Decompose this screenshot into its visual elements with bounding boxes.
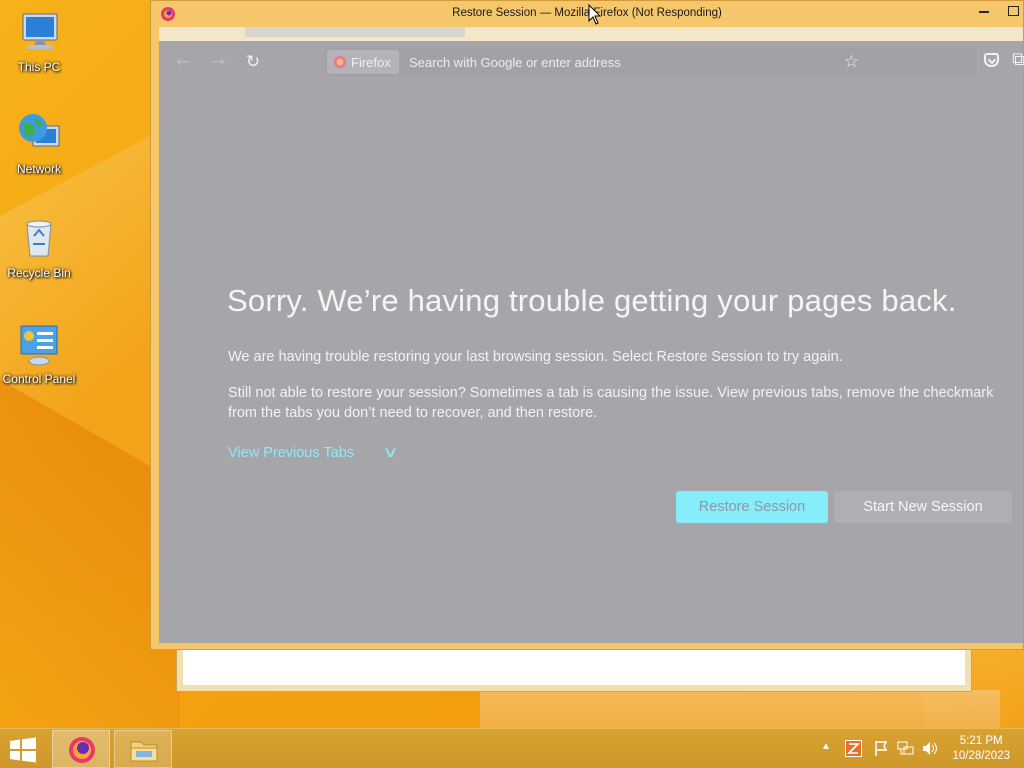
extensions-icon[interactable]: ⧉ xyxy=(1012,49,1024,70)
desktop-icon-label: This PC xyxy=(17,60,61,74)
clock-date: 10/28/2023 xyxy=(952,750,1010,762)
start-new-session-button[interactable]: Start New Session xyxy=(834,491,1012,523)
back-button[interactable]: ← xyxy=(171,50,195,74)
taskbar-file-explorer-button[interactable] xyxy=(114,730,172,768)
browser-content: ← → ↻ Firefox ☆ ⧉ Sorry. We’re having tr… xyxy=(159,41,1024,643)
mouse-cursor-icon xyxy=(588,4,602,25)
taskbar: ▲ 5:21 PM 10/28/2023 xyxy=(0,728,1024,768)
network-icon[interactable] xyxy=(897,740,914,757)
view-previous-tabs-link[interactable]: View Previous Tabs xyxy=(228,445,354,461)
reload-button[interactable]: ↻ xyxy=(241,50,265,74)
error-page-title: Sorry. We’re having trouble getting your… xyxy=(227,283,957,318)
desktop-icon-recycle-bin[interactable]: Recycle Bin xyxy=(1,214,77,280)
window-titlebar[interactable]: Restore Session — Mozilla Firefox (Not R… xyxy=(151,1,1023,27)
computer-icon xyxy=(22,13,58,49)
pocket-icon[interactable] xyxy=(984,53,999,67)
desktop-icon-control-panel[interactable]: Control Panel xyxy=(1,320,77,386)
control-panel-icon xyxy=(20,325,58,366)
chevron-down-icon[interactable]: ∨ xyxy=(382,443,398,461)
taskbar-firefox-button[interactable] xyxy=(52,730,110,768)
url-bar[interactable]: Firefox ☆ xyxy=(325,48,977,76)
tab-strip xyxy=(159,27,1023,41)
window-title: Restore Session — Mozilla Firefox (Not R… xyxy=(452,7,722,19)
network-globe-icon xyxy=(19,114,60,147)
system-clock[interactable]: 5:21 PM 10/28/2023 xyxy=(952,734,1010,764)
app-tray-icon[interactable] xyxy=(845,740,862,757)
navigation-toolbar: ← → ↻ Firefox ☆ ⧉ xyxy=(159,41,1024,81)
minimize-button[interactable] xyxy=(969,1,999,23)
identity-box[interactable]: Firefox xyxy=(327,50,399,74)
error-message: We are having trouble restoring your las… xyxy=(228,349,843,365)
folder-icon xyxy=(130,741,158,762)
restore-session-button[interactable]: Restore Session xyxy=(676,491,828,523)
desktop-icon-label: Recycle Bin xyxy=(7,266,71,280)
bookmark-star-icon[interactable]: ☆ xyxy=(844,52,859,72)
clock-time: 5:21 PM xyxy=(959,735,1003,747)
volume-icon[interactable] xyxy=(921,740,938,757)
identity-label: Firefox xyxy=(351,55,391,70)
start-windows-icon[interactable] xyxy=(8,737,38,763)
forward-button[interactable]: → xyxy=(206,50,230,74)
desktop-icon-this-pc[interactable]: This PC xyxy=(1,8,77,74)
desktop-icon-network[interactable]: Network xyxy=(1,110,77,176)
action-center-flag-icon[interactable] xyxy=(873,740,890,757)
desktop-icon-label: Control Panel xyxy=(2,372,76,386)
firefox-window[interactable]: Restore Session — Mozilla Firefox (Not R… xyxy=(150,0,1024,650)
error-message-detail: Still not able to restore your session? … xyxy=(228,385,994,421)
recycle-bin-icon xyxy=(26,220,52,257)
wallpaper-shape xyxy=(480,690,1000,730)
background-window-content xyxy=(183,649,965,685)
firefox-icon xyxy=(333,55,347,69)
maximize-button[interactable] xyxy=(999,1,1024,23)
desktop-icon-label: Network xyxy=(16,162,61,176)
firefox-icon xyxy=(69,737,95,763)
tab-restore-session[interactable] xyxy=(245,27,465,37)
show-hidden-icons-button[interactable]: ▲ xyxy=(821,741,831,752)
address-input[interactable] xyxy=(409,48,869,76)
